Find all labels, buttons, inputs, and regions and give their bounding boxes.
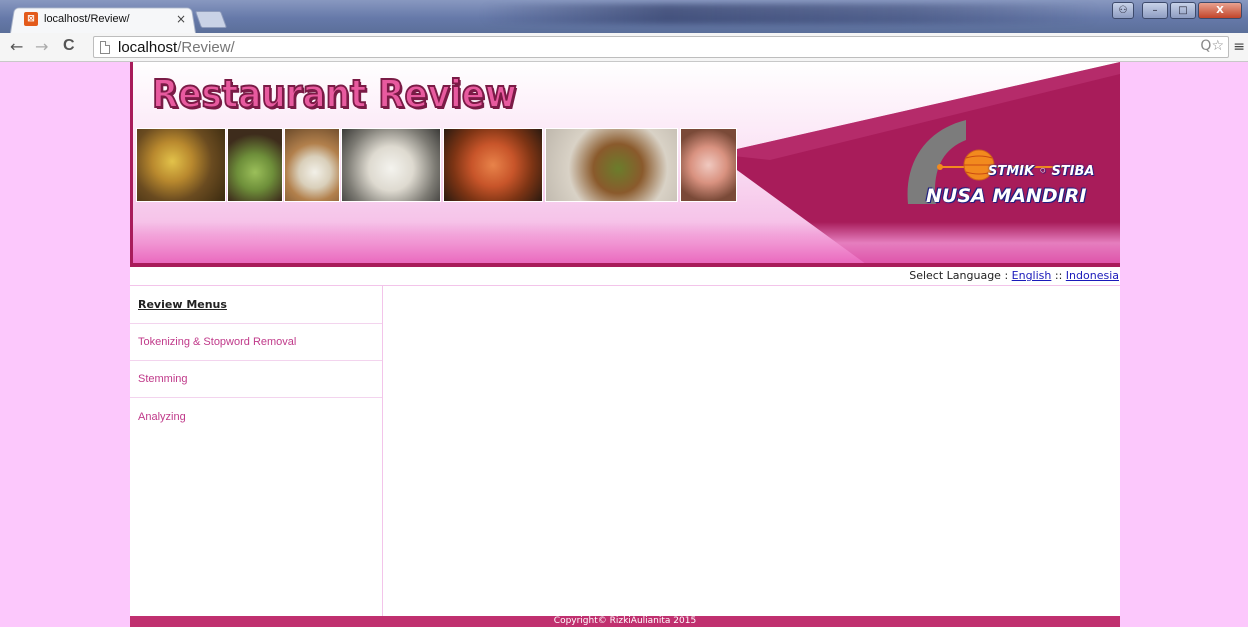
- language-selector: Select Language : English :: Indonesia: [130, 267, 1120, 285]
- site-title: Restaurant Review: [151, 71, 517, 117]
- food-photo-3: [284, 128, 340, 202]
- food-photo-6: [545, 128, 678, 202]
- nusa-mandiri-logo: STMIK ◦ STIBA NUSA MANDIRI: [896, 112, 1096, 212]
- close-window-button[interactable]: X: [1198, 2, 1242, 19]
- food-photo-1: [136, 128, 226, 202]
- user-icon[interactable]: ⚇: [1112, 2, 1134, 19]
- reload-button[interactable]: C: [63, 37, 75, 55]
- main-content: [384, 286, 1120, 617]
- page-container: Restaurant Review STMIK ◦ STIBA NUSA MAN…: [130, 62, 1120, 627]
- language-label: Select Language :: [909, 269, 1012, 282]
- sidebar: Review Menus Tokenizing & Stopword Remov…: [130, 286, 383, 617]
- chrome-menu-icon[interactable]: ≡: [1233, 39, 1245, 55]
- minimize-button[interactable]: –: [1142, 2, 1168, 19]
- header-wave: [130, 222, 1120, 264]
- tab-close-icon[interactable]: ×: [176, 12, 186, 26]
- food-photo-5: [443, 128, 543, 202]
- tab-title: localhost/Review/: [44, 13, 130, 25]
- footer: Copyright© RizkiAulianita 2015: [130, 616, 1120, 627]
- food-photo-4: [341, 128, 441, 202]
- sidebar-item-tokenizing[interactable]: Tokenizing & Stopword Removal: [130, 324, 382, 361]
- back-button[interactable]: ←: [10, 37, 23, 56]
- address-bar[interactable]: localhost /Review/ Q☆: [93, 36, 1229, 58]
- logo-line-2: NUSA MANDIRI: [926, 185, 1087, 207]
- sidebar-item-analyzing[interactable]: Analyzing: [130, 398, 382, 435]
- url-path: /Review/: [177, 38, 235, 56]
- language-english-link[interactable]: English: [1012, 269, 1052, 282]
- site-header: Restaurant Review STMIK ◦ STIBA NUSA MAN…: [130, 62, 1120, 267]
- forward-button[interactable]: →: [35, 37, 48, 56]
- content-area: Review Menus Tokenizing & Stopword Remov…: [130, 285, 1120, 617]
- zoom-bookmark-icons[interactable]: Q☆: [1200, 38, 1224, 54]
- blurred-title-area: [480, 4, 1100, 24]
- active-tab[interactable]: ⊠ localhost/Review/ ×: [18, 8, 194, 30]
- url-host: localhost: [118, 38, 178, 56]
- sidebar-heading[interactable]: Review Menus: [130, 286, 382, 324]
- window-controls: ⚇ – □ X: [1112, 2, 1242, 19]
- food-photo-7: [680, 128, 737, 202]
- maximize-button[interactable]: □: [1170, 2, 1196, 19]
- new-tab-button[interactable]: [194, 11, 228, 28]
- tab-strip: ⊠ localhost/Review/ × ⚇ – □ X: [0, 0, 1248, 33]
- language-indonesia-link[interactable]: Indonesia: [1066, 269, 1119, 282]
- sidebar-item-stemming[interactable]: Stemming: [130, 361, 382, 398]
- header-left-border: [130, 62, 133, 267]
- browser-chrome: ⊠ localhost/Review/ × ⚇ – □ X ← → C loca…: [0, 0, 1248, 62]
- logo-line-1: STMIK ◦ STIBA: [988, 164, 1095, 179]
- language-separator: ::: [1051, 269, 1066, 282]
- browser-toolbar: ← → C localhost /Review/ Q☆ ≡: [0, 33, 1248, 62]
- xampp-favicon-icon: ⊠: [24, 12, 38, 26]
- page-icon: [100, 40, 110, 54]
- food-photo-2: [227, 128, 283, 202]
